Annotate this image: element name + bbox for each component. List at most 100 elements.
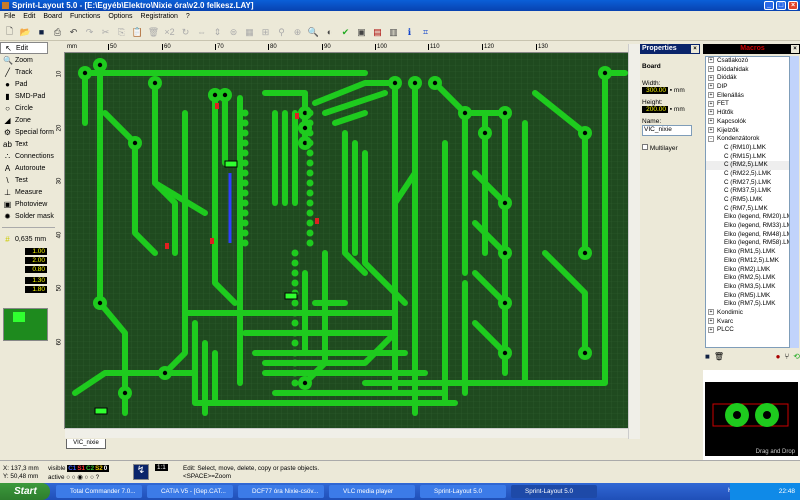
ic-pin[interactable] <box>291 369 299 377</box>
macro-item[interactable]: Elko (RM12,5).LMK <box>706 257 789 266</box>
expand-icon[interactable]: + <box>708 109 714 116</box>
component-icon[interactable]: ▣ <box>355 26 368 39</box>
macro-item[interactable]: C (RM22,5).LMK <box>706 170 789 179</box>
layer-toggle[interactable]: C2 <box>86 465 94 472</box>
ic-pin[interactable] <box>306 189 314 197</box>
expand-icon[interactable]: + <box>708 74 714 81</box>
ic-pin[interactable] <box>306 109 314 117</box>
task-sprint-layout-1[interactable]: Sprint-Layout 5.0 <box>420 485 506 498</box>
print-icon[interactable]: ⎙ <box>51 26 64 39</box>
ic-pin[interactable] <box>241 139 249 147</box>
expand-icon[interactable]: + <box>708 66 714 73</box>
macro-item[interactable]: Elko (RM2,5).LMK <box>706 274 789 283</box>
macro-item[interactable]: + DIP <box>706 83 789 92</box>
macro-item[interactable]: + Diódahidak <box>706 66 789 75</box>
ic-pin[interactable] <box>241 229 249 237</box>
collapse-icon[interactable]: - <box>708 135 714 142</box>
menu-edit[interactable]: Edit <box>23 11 35 23</box>
horizontal-scrollbar[interactable] <box>65 428 628 438</box>
ic-pin[interactable] <box>241 149 249 157</box>
maximize-button[interactable]: □ <box>776 1 786 10</box>
macro-item[interactable]: + Kijelzők <box>706 127 789 136</box>
tool-pad[interactable]: ● Pad <box>0 78 62 90</box>
pcb-canvas[interactable] <box>65 53 628 428</box>
layer-toggle[interactable]: 0 <box>104 465 108 472</box>
zoom-level[interactable]: 1:1 <box>155 464 168 471</box>
expand-icon[interactable]: + <box>708 57 714 64</box>
name-field[interactable]: VIC_nixie <box>642 125 692 136</box>
tool-special-form[interactable]: ⚙ Special form <box>0 126 62 138</box>
undo-icon[interactable]: ↶ <box>67 26 80 39</box>
ic-pin[interactable] <box>241 109 249 117</box>
drc-icon[interactable]: ✔ <box>339 26 352 39</box>
tool-connections[interactable]: ∴ Connections <box>0 150 62 162</box>
start-button[interactable]: Start <box>0 483 50 500</box>
macro-item[interactable]: + Kondimic <box>706 309 789 318</box>
ic-pin[interactable] <box>306 139 314 147</box>
active-layer-radios[interactable]: ○ ○ ◉ ○ ○ <box>66 474 94 481</box>
task-catia[interactable]: CATIA V5 - [Gep.CAT... <box>147 485 233 498</box>
vertical-scrollbar[interactable] <box>628 44 640 439</box>
contrast-icon[interactable]: ◐ <box>323 26 336 39</box>
macro-tree[interactable]: + Csatlakozó + Diódahidak + Diódák + DIP + Ellená… <box>705 56 790 348</box>
macro-item[interactable]: + Kapcsolók <box>706 118 789 127</box>
macro-item[interactable]: C (RM7,5).LMK <box>706 205 789 214</box>
macro-item[interactable]: + FET <box>706 100 789 109</box>
new-icon[interactable]: 🗋 <box>3 26 16 39</box>
ic-pin[interactable] <box>241 189 249 197</box>
menu-board[interactable]: Board <box>43 11 62 23</box>
smd-pad[interactable] <box>224 160 238 168</box>
macro-item[interactable]: + Ellenállás <box>706 92 789 101</box>
height-field[interactable]: 200.00 <box>642 106 668 113</box>
duplicate-icon[interactable]: ×2 <box>163 26 176 39</box>
ic-pin[interactable] <box>306 149 314 157</box>
ic-pin[interactable] <box>291 279 299 287</box>
macro-item[interactable]: + PLCC <box>706 326 789 335</box>
ic-pin[interactable] <box>241 169 249 177</box>
track-width-field[interactable]: 1.00 <box>25 248 47 255</box>
menu-functions[interactable]: Functions <box>70 11 100 23</box>
macro-item[interactable]: + Kvarc <box>706 318 789 327</box>
chip-icon[interactable]: ▤ <box>371 26 384 39</box>
filter-icon[interactable]: ⑂ <box>784 352 789 361</box>
close-icon[interactable]: × <box>791 45 799 53</box>
macro-preview[interactable]: Drag and Drop <box>703 370 800 460</box>
task-total-commander[interactable]: Total Commander 7.0... <box>56 485 142 498</box>
tool-solder-mask[interactable]: ✹ Solder mask <box>0 210 62 222</box>
ic-pin[interactable] <box>306 209 314 217</box>
paste-icon[interactable]: 📋 <box>131 26 144 39</box>
expand-icon[interactable]: + <box>708 317 714 324</box>
pad-outer-field[interactable]: 2.00 <box>25 257 47 264</box>
ic-pin[interactable] <box>291 349 299 357</box>
macro-tree-scrollbar[interactable] <box>790 56 799 348</box>
width-field[interactable]: 300.00 <box>642 87 668 94</box>
tool-edit[interactable]: ↖ Edit <box>0 42 48 54</box>
ic-pin[interactable] <box>306 159 314 167</box>
info-icon[interactable]: ℹ <box>403 26 416 39</box>
refresh-icon[interactable]: ⟲ <box>793 352 800 361</box>
ic-pin[interactable] <box>306 229 314 237</box>
grid-setting[interactable]: #0,635 mm <box>0 233 62 245</box>
tool-track[interactable]: ╱ Track <box>0 66 62 78</box>
ic-pin[interactable] <box>291 269 299 277</box>
ic-pin[interactable] <box>241 179 249 187</box>
macro-item[interactable]: Elko (legend, RM33).LMK <box>706 222 789 231</box>
zoom-fit-icon[interactable]: 🔍 <box>307 26 320 39</box>
delete-macro-icon[interactable]: 🗑 <box>714 352 724 361</box>
task-dcf77[interactable]: DCF77 óra Nixie-csöv... <box>238 485 324 498</box>
ic-pin[interactable] <box>306 199 314 207</box>
expand-icon[interactable]: + <box>708 118 714 125</box>
ic-pin[interactable] <box>241 199 249 207</box>
ic-pin[interactable] <box>291 379 299 387</box>
layer-mode-icon[interactable]: ↯ <box>133 464 149 480</box>
ic-pin[interactable] <box>241 119 249 127</box>
macro-item[interactable]: C (RM5).LMK <box>706 196 789 205</box>
ic-pin[interactable] <box>241 219 249 227</box>
ic-pin[interactable] <box>241 129 249 137</box>
tool-measure[interactable]: ⊥ Measure <box>0 186 62 198</box>
ic-pin[interactable] <box>306 119 314 127</box>
menu-file[interactable]: File <box>4 11 15 23</box>
ic-pin[interactable] <box>241 209 249 217</box>
expand-icon[interactable]: + <box>708 92 714 99</box>
macro-item[interactable]: + Csatlakozó <box>706 57 789 66</box>
